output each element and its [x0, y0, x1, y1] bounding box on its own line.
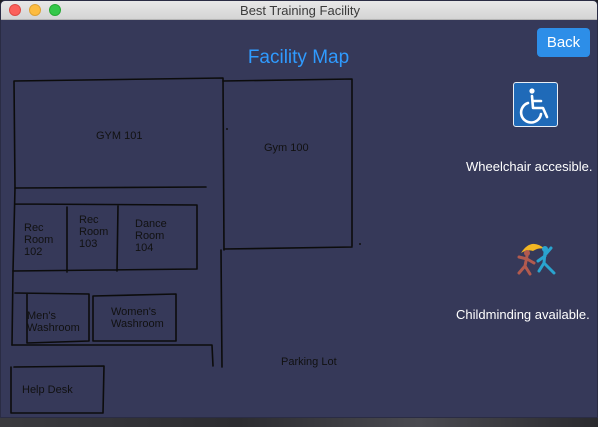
womens-washroom-label: Women's Washroom [111, 306, 164, 330]
rec-room-103-label: Rec Room 103 [79, 214, 109, 250]
help-desk-label: Help Desk [22, 384, 73, 396]
childminding-caption: Childminding available. [456, 307, 590, 322]
parking-lot-label: Parking Lot [281, 356, 337, 368]
gym-100-outline [222, 78, 353, 250]
wheelchair-icon [513, 82, 558, 127]
rec-room-102-label: Rec Room 102 [24, 222, 54, 258]
children-playing-icon [517, 243, 556, 276]
dance-room-104-label: Dance Room 104 [135, 218, 167, 254]
gym-101-label: GYM 101 [96, 130, 143, 142]
app-window: Best Training Facility Facility Map Back… [0, 0, 598, 418]
wheelchair-caption: Wheelchair accesible. [466, 159, 593, 174]
gym-100-label: Gym 100 [264, 142, 309, 154]
mens-washroom-label: Men's Washroom [27, 310, 80, 334]
desktop-background [0, 418, 598, 427]
